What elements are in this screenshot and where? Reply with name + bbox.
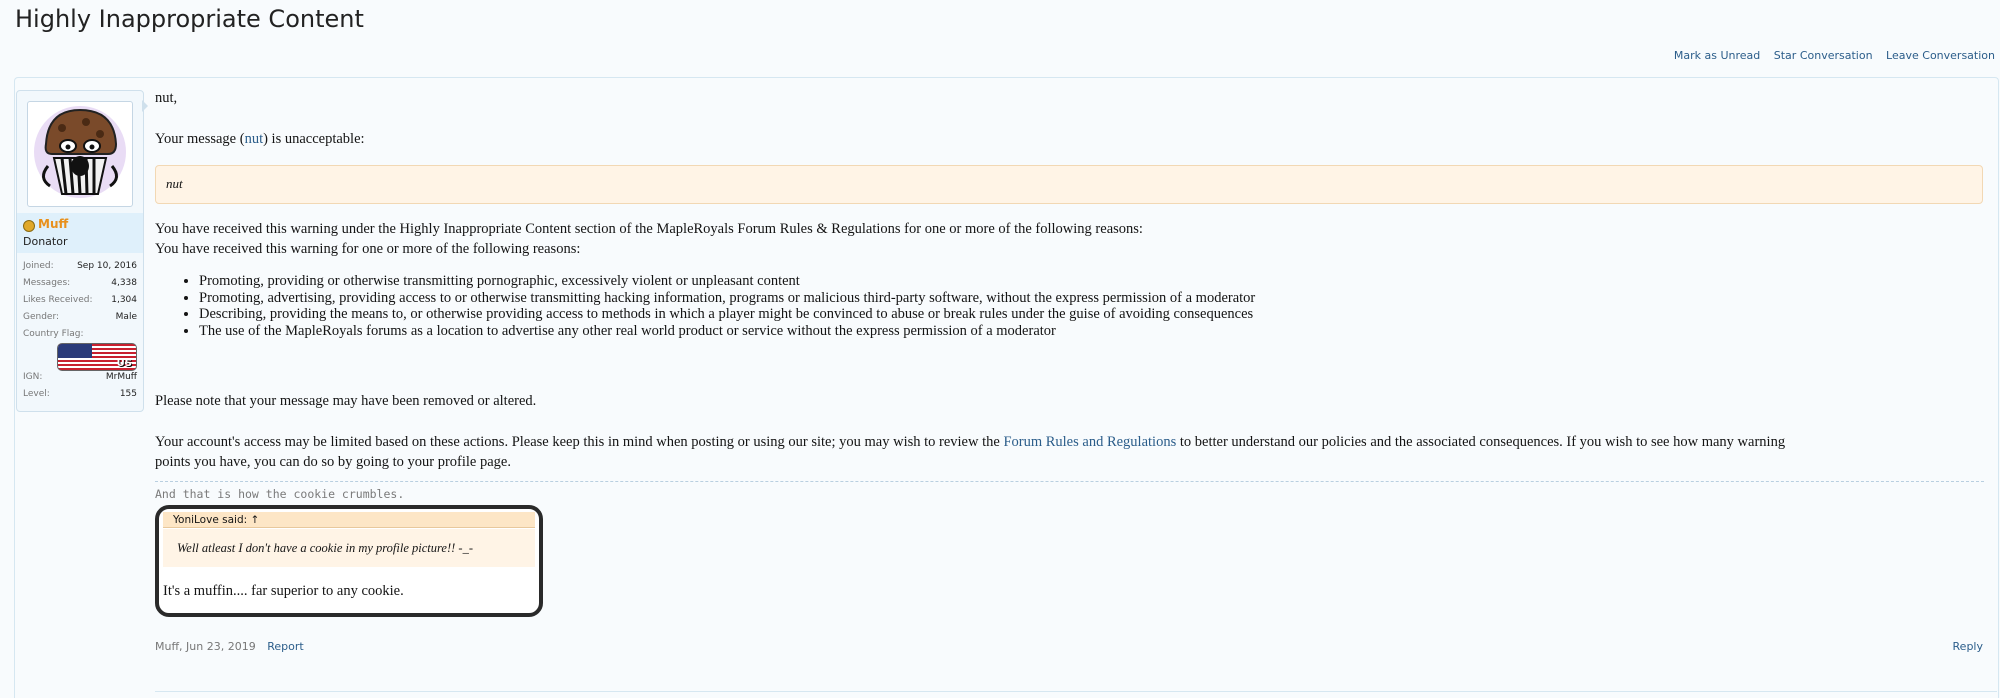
access-line-2: points you have, you can do so by going … bbox=[155, 454, 511, 470]
stat-messages: Messages: 4,338 bbox=[23, 278, 137, 288]
greeting: nut, bbox=[155, 90, 178, 106]
reason-intro-1: You have received this warning under the… bbox=[155, 221, 1143, 237]
online-status-icon bbox=[23, 220, 35, 232]
us-flag-icon: US bbox=[57, 343, 137, 371]
page-title: Highly Inappropriate Content bbox=[15, 5, 364, 33]
avatar[interactable] bbox=[27, 101, 133, 207]
card-arrow bbox=[142, 100, 148, 112]
bottom-divider bbox=[155, 691, 1997, 692]
stat-joined: Joined: Sep 10, 2016 bbox=[23, 261, 137, 271]
list-item: Promoting, providing or otherwise transm… bbox=[199, 273, 1255, 290]
user-title: Donator bbox=[23, 235, 68, 248]
conversation-actions: Mark as Unread Star Conversation Leave C… bbox=[1664, 49, 1995, 62]
muffin-avatar-icon bbox=[34, 106, 126, 198]
signature-quoted-text: Well atleast I don't have a cookie in my… bbox=[163, 529, 535, 567]
forum-rules-link[interactable]: Forum Rules and Regulations bbox=[1003, 434, 1176, 450]
post-author-date[interactable]: Muff, Jun 23, 2019 bbox=[155, 640, 256, 653]
post-meta: Muff, Jun 23, 2019 Report bbox=[155, 640, 304, 653]
username-link[interactable]: Muff bbox=[38, 217, 68, 231]
user-stats: Joined: Sep 10, 2016 Messages: 4,338 Lik… bbox=[23, 261, 137, 406]
signature-divider bbox=[155, 481, 1984, 482]
signature-quote: YoniLove said: ↑ Well atleast I don't ha… bbox=[155, 505, 543, 617]
signature-reply-text: It's a muffin.... far superior to any co… bbox=[163, 583, 404, 599]
reasons-list: Promoting, providing or otherwise transm… bbox=[155, 273, 1255, 339]
leave-conversation-link[interactable]: Leave Conversation bbox=[1886, 49, 1995, 62]
list-item: Describing, providing the means to, or o… bbox=[199, 306, 1255, 323]
reply-link[interactable]: Reply bbox=[1953, 640, 1983, 653]
quoted-text: nut bbox=[166, 176, 183, 191]
unacceptable-line: Your message (nut) is unacceptable: bbox=[155, 131, 365, 147]
flag-canton bbox=[58, 344, 92, 358]
message-link[interactable]: nut bbox=[245, 131, 264, 147]
list-item: The use of the MapleRoyals forums as a l… bbox=[199, 323, 1255, 340]
list-item: Promoting, advertising, providing access… bbox=[199, 290, 1255, 307]
signature-text: And that is how the cookie crumbles. bbox=[155, 487, 405, 501]
user-card: Muff Donator Joined: Sep 10, 2016 Messag… bbox=[16, 90, 144, 412]
stat-ign: IGN: MrMuff bbox=[23, 372, 137, 382]
quoted-message: nut bbox=[155, 165, 1983, 204]
access-line-1: Your account's access may be limited bas… bbox=[155, 434, 1786, 450]
mark-unread-link[interactable]: Mark as Unread bbox=[1674, 49, 1760, 62]
quote-author-link[interactable]: YoniLove said: ↑ bbox=[163, 512, 535, 528]
reason-intro-2: You have received this warning for one o… bbox=[155, 241, 581, 257]
flag-label: US bbox=[116, 358, 132, 369]
stat-likes: Likes Received: 1,304 bbox=[23, 295, 137, 305]
report-link[interactable]: Report bbox=[267, 640, 303, 653]
removal-note: Please note that your message may have b… bbox=[155, 393, 537, 409]
star-conversation-link[interactable]: Star Conversation bbox=[1774, 49, 1873, 62]
user-name-block: Muff Donator bbox=[17, 213, 143, 253]
stat-level: Level: 155 bbox=[23, 389, 137, 399]
stat-gender: Gender: Male bbox=[23, 312, 137, 322]
